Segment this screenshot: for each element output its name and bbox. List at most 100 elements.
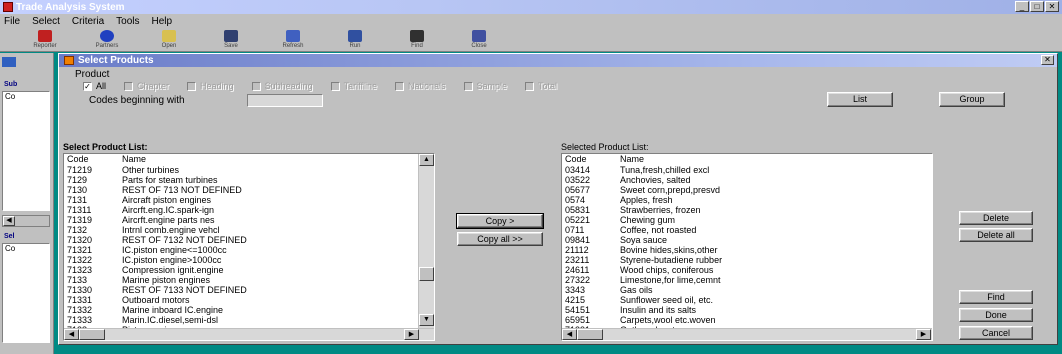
list-item[interactable]: 71330 REST OF 7133 NOT DEFINED [64,285,247,295]
list-item[interactable]: 03522 Anchovies, salted [562,175,722,185]
menu-select[interactable]: Select [32,16,60,27]
toolbar-close-button[interactable]: Close [454,28,504,49]
select-product-list[interactable]: Code Name 71219 Other turbines 7129 Parts f… [63,153,435,341]
delete-button[interactable]: Delete [959,211,1033,225]
toolbar-find-button[interactable]: Find [392,28,442,49]
scroll-right-icon[interactable]: ▶ [916,329,931,340]
list-item[interactable]: 0574 Apples, fresh [562,195,722,205]
scroll-up-icon[interactable]: ▲ [419,154,434,166]
group-button[interactable]: Group [939,92,1005,107]
scrollbar-thumb[interactable] [79,329,105,340]
background-hscroll[interactable]: ◀ [2,215,50,227]
list-item[interactable]: 7131 Aircraft piston engines [64,195,247,205]
list-item[interactable]: 05677 Sweet corn,prepd,presvd [562,185,722,195]
checkbox-nationals: Nationals [394,81,446,91]
list-item[interactable]: 09841 Soya sauce [562,235,722,245]
toolbar-reporter-button[interactable]: Reporter [20,28,70,49]
menu-help[interactable]: Help [152,16,173,27]
menu-criteria[interactable]: Criteria [72,16,104,27]
column-code-header[interactable]: Code [562,154,618,164]
checkbox-label: Chapter [137,81,170,91]
codes-beginning-input[interactable] [247,94,323,107]
copy-button[interactable]: Copy > [456,213,544,229]
scrollbar-thumb[interactable] [577,329,603,340]
list-item[interactable]: 05831 Strawberries, frozen [562,205,722,215]
app-icon [3,2,13,12]
maximize-button[interactable]: □ [1030,1,1044,12]
list-item[interactable]: 71320 REST OF 7132 NOT DEFINED [64,235,247,245]
list-item[interactable]: 7129 Parts for steam turbines [64,175,247,185]
list-item[interactable]: 27322 Limestone,for lime,cemnt [562,275,722,285]
list-item[interactable]: 65951 Carpets,wool etc.woven [562,315,722,325]
close-window-button[interactable]: ✕ [1045,1,1059,12]
menu-tools[interactable]: Tools [116,16,139,27]
toolbar-save-button[interactable]: Save [206,28,256,49]
scroll-left-icon[interactable]: ◀ [562,329,577,340]
list-item[interactable]: 7132 Intrnl comb.engine vehcl [64,225,247,235]
column-code-header[interactable]: Code [64,154,120,164]
list-item[interactable]: 71332 Marine inboard IC.engine [64,305,247,315]
menu-file[interactable]: File [4,16,20,27]
checkbox-box [124,81,134,91]
product-name: Tuna,fresh,chilled excl [620,165,710,175]
checkbox-box[interactable]: ✓ [83,81,92,91]
product-code: 71311 [67,205,92,215]
list-button[interactable]: List [827,92,893,107]
list-item[interactable]: 71319 Aircrft.engine parts nes [64,215,247,225]
product-name: Intrnl comb.engine vehcl [122,225,220,235]
horizontal-scrollbar[interactable]: ◀ ▶ [64,328,434,340]
list-item[interactable]: 7133 Marine piston engines [64,275,247,285]
product-name: REST OF 713 NOT DEFINED [122,185,242,195]
toolbar-label: Open [161,43,177,49]
vertical-scrollbar[interactable]: ▲ ▼ [418,154,434,328]
list-item[interactable]: 05221 Chewing gum [562,215,722,225]
list-item[interactable]: 71219 Other turbines [64,165,247,175]
list-item[interactable]: 71331 Outboard motors [64,295,247,305]
list-item[interactable]: 71311 Aircrft.eng.IC.spark-ign [64,205,247,215]
product-name: Marine piston engines [122,275,211,285]
column-name-header[interactable]: Name [120,154,146,164]
product-name: Gas oils [620,285,653,295]
list-item[interactable]: 71322 IC.piston engine>1000cc [64,255,247,265]
horizontal-scrollbar[interactable]: ◀ ▶ [562,328,932,340]
list-item[interactable]: 03414 Tuna,fresh,chilled excl [562,165,722,175]
list-item[interactable]: 0711 Coffee, not roasted [562,225,722,235]
cancel-button[interactable]: Cancel [959,326,1033,340]
scrollbar-thumb[interactable] [419,267,434,281]
product-name: Parts for steam turbines [122,175,218,185]
product-code: 7132 [67,225,88,235]
list-item[interactable]: 54151 Insulin and its salts [562,305,722,315]
product-code: 27322 [565,275,591,285]
list-item[interactable]: 4215 Sunflower seed oil, etc. [562,295,722,305]
list-item[interactable]: 23211 Styrene-butadiene rubber [562,255,722,265]
scroll-right-icon[interactable]: ▶ [404,329,419,340]
scroll-left-icon[interactable]: ◀ [64,329,79,340]
list-item[interactable]: 21112 Bovine hides,skins,other [562,245,722,255]
list-item[interactable]: 71321 IC.piston engine<=1000cc [64,245,247,255]
toolbar-open-button[interactable]: Open [144,28,194,49]
find-button[interactable]: Find [959,290,1033,304]
dialog-close-button[interactable]: ✕ [1041,55,1054,65]
toolbar-run-button[interactable]: Run [330,28,380,49]
background-bottom-list[interactable]: Co [2,243,50,343]
product-code: 7131 [67,195,88,205]
toolbar-partners-button[interactable]: Partners [82,28,132,49]
scroll-down-icon[interactable]: ▼ [419,314,434,326]
copy-all-button[interactable]: Copy all >> [457,232,543,246]
delete-all-button[interactable]: Delete all [959,228,1033,242]
list-item[interactable]: 24611 Wood chips, coniferous [562,265,722,275]
toolbar-refresh-button[interactable]: Refresh [268,28,318,49]
list-item[interactable]: 3343 Gas oils [562,285,722,295]
list-item[interactable]: 7130 REST OF 713 NOT DEFINED [64,185,247,195]
checkbox-sample: Sample [463,81,507,91]
done-button[interactable]: Done [959,308,1033,322]
list-item[interactable]: 71323 Compression ignit.engine [64,265,247,275]
selected-product-list[interactable]: Code Name 03414 Tuna,fresh,chilled excl 03… [561,153,933,341]
list-item[interactable]: 71333 Marin.IC.diesel,semi-dsl [64,315,247,325]
background-top-list[interactable]: Co [2,91,50,211]
column-name-header[interactable]: Name [618,154,644,164]
minimize-button[interactable]: _ [1015,1,1029,12]
checkbox-all[interactable]: ✓ All [83,81,106,91]
scroll-left-icon[interactable]: ◀ [3,216,15,226]
checkbox-box [463,81,473,91]
